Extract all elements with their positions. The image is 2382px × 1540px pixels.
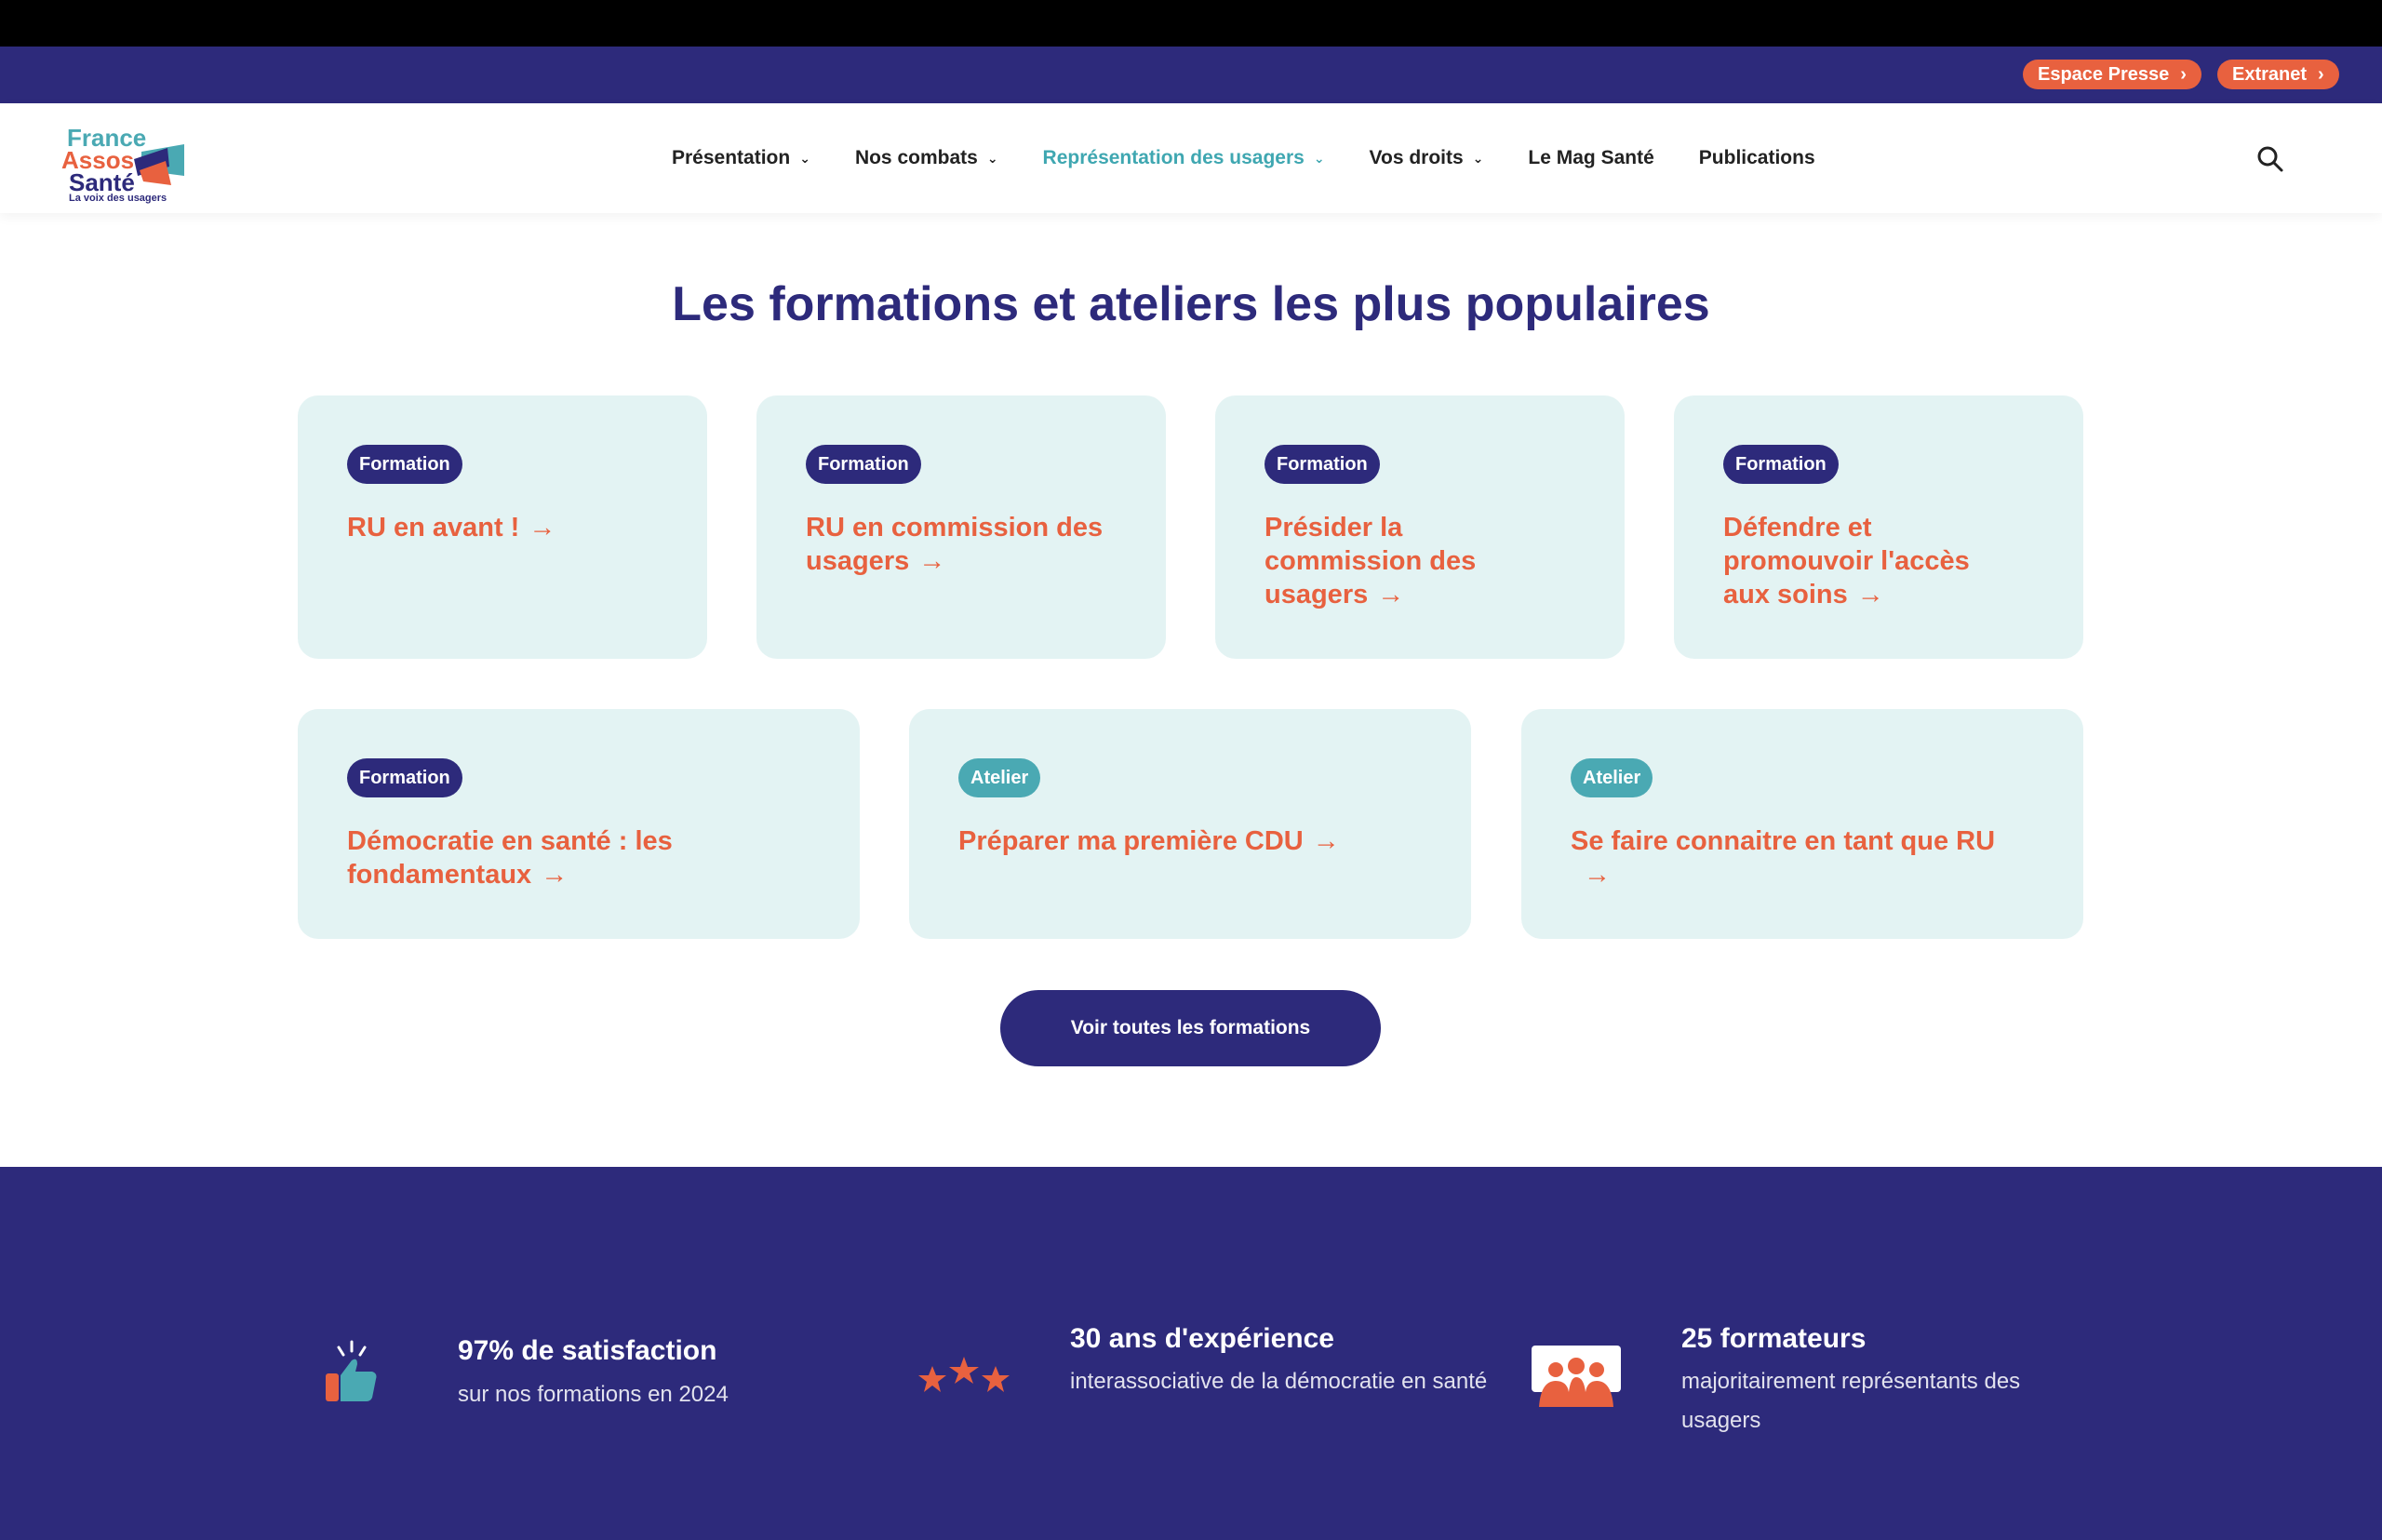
search-icon	[2257, 146, 2283, 172]
course-card[interactable]: Formation Démocratie en santé : les fond…	[298, 709, 860, 939]
course-card[interactable]: Formation RU en avant ! →	[298, 395, 707, 659]
badge-formation: Formation	[347, 445, 462, 484]
stat-title: 97% de satisfaction	[458, 1335, 717, 1366]
chevron-right-icon: ›	[2180, 64, 2187, 85]
thumbs-up-icon	[324, 1340, 380, 1410]
badge-formation: Formation	[1265, 445, 1380, 484]
nav-item-representation[interactable]: Représentation des usagers ⌄	[1043, 147, 1325, 169]
logo-flag-icon	[134, 144, 184, 185]
chevron-down-icon: ⌄	[1313, 150, 1325, 166]
extranet-label: Extranet	[2232, 64, 2308, 85]
browser-top-bar	[0, 0, 2382, 47]
nav-item-vos-droits[interactable]: Vos droits ⌄	[1370, 147, 1484, 169]
arrow-right-icon: →	[1377, 580, 1405, 609]
card-title: RU en commission des usagers	[806, 513, 1104, 576]
section-title: Les formations et ateliers les plus popu…	[672, 277, 1710, 331]
card-title: RU en avant !	[347, 513, 520, 542]
nav-item-nos-combats[interactable]: Nos combats ⌄	[855, 147, 998, 169]
nav-item-presentation[interactable]: Présentation ⌄	[672, 147, 810, 169]
stat-subtitle: majoritairement représentants des usager…	[1681, 1369, 2021, 1433]
site-header: France Assos Santé La voix des usagers P…	[0, 103, 2382, 213]
arrow-right-icon: →	[529, 513, 556, 542]
badge-formation: Formation	[806, 445, 921, 484]
logo-line-3: Santé	[69, 168, 135, 196]
nav-label: Vos droits	[1369, 147, 1464, 168]
main-nav: Présentation ⌄ Nos combats ⌄ Représentatio…	[672, 103, 1860, 213]
badge-formation: Formation	[347, 758, 462, 797]
stat-title: 25 formateurs	[1681, 1323, 1867, 1354]
stat-title: 30 ans d'expérience	[1070, 1323, 1334, 1354]
nav-label: Le Mag Santé	[1528, 147, 1654, 168]
nav-item-publications[interactable]: Publications	[1699, 147, 1815, 169]
card-title: Se faire connaitre en tant que RU	[1571, 826, 1996, 856]
nav-label: Publications	[1698, 147, 1815, 168]
badge-atelier: Atelier	[1571, 758, 1653, 797]
course-card[interactable]: Formation Présider la commission des usa…	[1215, 395, 1625, 659]
stat-subtitle: sur nos formations en 2024	[458, 1382, 729, 1407]
nav-label: Représentation des usagers	[1042, 147, 1305, 168]
card-title: Présider la commission des usagers	[1265, 513, 1477, 609]
card-title: Défendre et promouvoir l'accès aux soins	[1723, 513, 1970, 609]
arrow-right-icon: →	[1584, 860, 1611, 890]
nav-item-mag-sante[interactable]: Le Mag Santé	[1528, 147, 1653, 169]
search-button[interactable]	[2255, 144, 2285, 174]
press-space-label: Espace Presse	[2038, 64, 2170, 85]
course-card[interactable]: Atelier Préparer ma première CDU →	[909, 709, 1471, 939]
card-title: Démocratie en santé : les fondamentaux	[347, 826, 673, 890]
stats-band: 97% de satisfaction sur nos formations e…	[0, 1167, 2382, 1540]
card-title: Préparer ma première CDU	[958, 826, 1304, 856]
nav-label: Nos combats	[854, 147, 978, 168]
chevron-down-icon: ⌄	[1472, 150, 1484, 166]
utility-bar: Espace Presse › Extranet ›	[0, 47, 2382, 103]
group-people-icon	[1532, 1346, 1621, 1412]
course-card[interactable]: Formation RU en commission des usagers →	[756, 395, 1166, 659]
arrow-right-icon: →	[918, 546, 946, 576]
three-stars-icon	[916, 1355, 1012, 1402]
logo-tagline: La voix des usagers	[69, 193, 167, 204]
nav-label: Présentation	[672, 147, 791, 168]
chevron-right-icon: ›	[2318, 64, 2324, 85]
chevron-down-icon: ⌄	[799, 150, 810, 166]
extranet-link[interactable]: Extranet ›	[2217, 60, 2339, 89]
press-space-link[interactable]: Espace Presse ›	[2023, 60, 2201, 89]
arrow-right-icon: →	[1312, 826, 1340, 856]
course-card[interactable]: Atelier Se faire connaitre en tant que R…	[1521, 709, 2083, 939]
chevron-down-icon: ⌄	[986, 150, 998, 166]
badge-formation: Formation	[1723, 445, 1839, 484]
arrow-right-icon: →	[541, 860, 569, 890]
stat-subtitle: interassociative de la démocratie en san…	[1070, 1369, 1488, 1394]
arrow-right-icon: →	[1856, 580, 1884, 609]
course-card[interactable]: Formation Défendre et promouvoir l'accès…	[1674, 395, 2083, 659]
see-all-formations-button[interactable]: Voir toutes les formations	[1000, 990, 1381, 1066]
logo[interactable]: France Assos Santé La voix des usagers	[61, 114, 192, 208]
badge-atelier: Atelier	[958, 758, 1041, 797]
